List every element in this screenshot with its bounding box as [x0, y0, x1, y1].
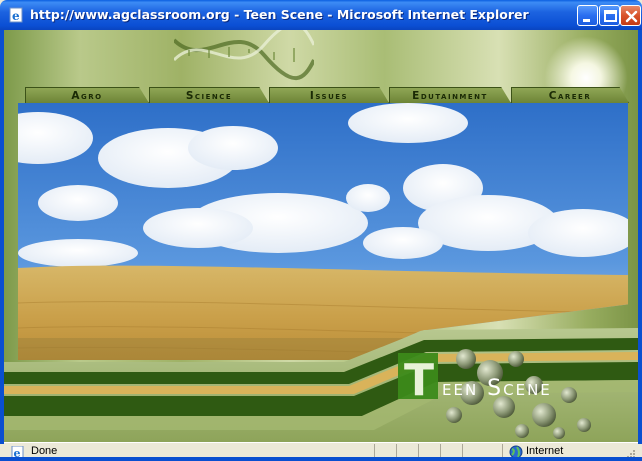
status-divider [462, 444, 463, 458]
ie-page-icon: e [8, 7, 25, 23]
minimize-button[interactable] [577, 5, 598, 26]
status-divider [418, 444, 419, 458]
status-text: Done [31, 445, 58, 457]
window-frame-bottom [0, 457, 642, 461]
maximize-icon [604, 10, 617, 22]
window-frame-right [638, 30, 642, 444]
logo-text: een Scene [442, 376, 552, 401]
minimize-icon [583, 19, 590, 22]
status-divider [440, 444, 441, 458]
teen-scene-logo: T een Scene [398, 349, 591, 439]
window-title: http://www.agclassroom.org - Teen Scene … [30, 7, 529, 22]
tab-agro[interactable]: Agro [25, 87, 149, 103]
maximize-button[interactable] [599, 5, 620, 26]
zone-text: Internet [526, 445, 564, 457]
page-content: Agro Science Issues Edutainment Career T… [4, 30, 638, 442]
tab-career[interactable]: Career [511, 87, 629, 103]
status-bar: e Done Internet [4, 442, 638, 460]
dna-helix-decoration [174, 30, 314, 81]
close-icon [625, 10, 638, 23]
tab-edutainment[interactable]: Edutainment [389, 87, 511, 103]
logo-initial: T [404, 355, 434, 406]
tab-science[interactable]: Science [149, 87, 269, 103]
main-nav: Agro Science Issues Edutainment Career [25, 87, 629, 103]
status-divider [396, 444, 397, 458]
close-button[interactable] [620, 5, 641, 26]
svg-text:e: e [12, 9, 20, 23]
window-titlebar[interactable]: e http://www.agclassroom.org - Teen Scen… [0, 0, 642, 30]
status-divider [374, 444, 375, 458]
tab-issues[interactable]: Issues [269, 87, 389, 103]
status-divider [502, 444, 503, 458]
